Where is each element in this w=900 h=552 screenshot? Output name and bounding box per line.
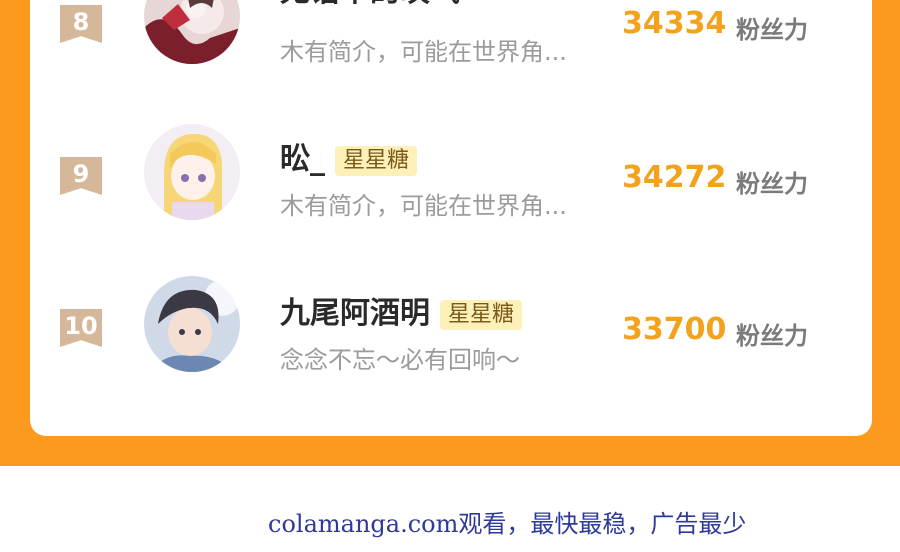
user-name[interactable]: 九尾阿酒明 星星糖 [280,288,523,332]
user-name-text: 九尾阿酒明 [280,296,430,331]
ranking-card: 8 无语中的叹气 木有简介，可能在世界角... 34334 粉丝力 9 [30,0,872,436]
user-name[interactable]: 无语中的叹气 [280,0,460,10]
ranking-row[interactable]: 9 昖_ 星星糖 木有简介，可能在世界角... 34272 粉丝力 [30,124,872,254]
avatar[interactable] [144,276,240,372]
avatar-image [144,0,240,64]
user-name[interactable]: 昖_ 星星糖 [280,134,418,178]
rank-tag-8: 8 [60,5,102,43]
fan-score-unit: 粉丝力 [736,16,808,44]
fan-score: 33700 [622,312,727,347]
avatar[interactable] [144,0,240,64]
user-name-text: 昖_ [280,142,325,177]
ranking-row[interactable]: 10 九尾阿酒明 星星糖 念念不忘～必有回响～ 33700 粉丝力 [30,276,872,406]
member-badge: 星星糖 [440,299,523,330]
watermark-text: colamanga.com观看，最快最稳，广告最少 [268,510,747,538]
avatar-image [144,276,240,372]
rank-tag-9: 9 [60,157,102,195]
user-description: 木有简介，可能在世界角... [280,38,567,66]
ranking-row[interactable]: 8 无语中的叹气 木有简介，可能在世界角... 34334 粉丝力 [30,0,872,100]
member-badge: 星星糖 [335,145,418,176]
fan-score: 34334 [622,6,727,41]
rank-tag-10: 10 [60,309,102,347]
fan-score: 34272 [622,160,727,195]
user-description: 木有简介，可能在世界角... [280,192,567,220]
fan-score-unit: 粉丝力 [736,170,808,198]
avatar-image [144,124,240,220]
avatar[interactable] [144,124,240,220]
user-description: 念念不忘～必有回响～ [280,346,520,374]
fan-score-unit: 粉丝力 [736,322,808,350]
